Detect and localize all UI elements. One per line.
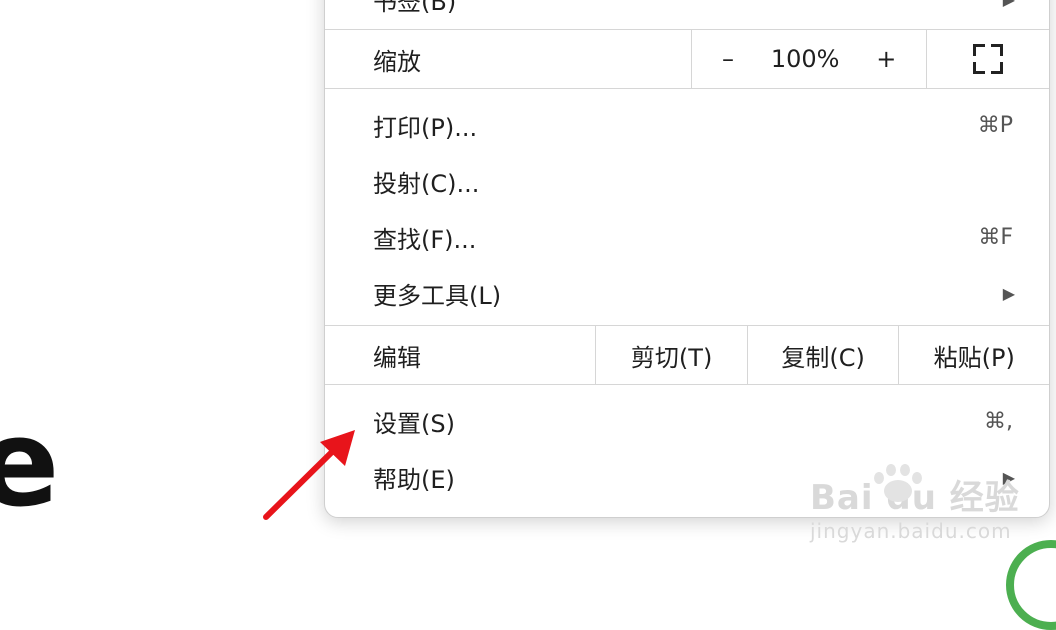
menu-separator [325, 384, 1049, 385]
menu-item-label: 帮助(E) [373, 465, 455, 494]
watermark-url: jingyan.baidu.com [810, 519, 1012, 543]
edit-row: 编辑 剪切(T) 复制(C) 粘贴(P) [325, 326, 1049, 384]
green-corner-decoration [1006, 540, 1056, 630]
menu-item-find[interactable]: 查找(F)... ⌘F [325, 209, 1049, 265]
zoom-label: 缩放 [373, 47, 421, 76]
paw-logo-icon [870, 464, 926, 504]
menu-item-more-tools[interactable]: 更多工具(L) ▶ [325, 265, 1049, 321]
shortcut-label: ⌘F [978, 224, 1013, 250]
paste-button[interactable]: 粘贴(P) [898, 326, 1049, 384]
copy-button[interactable]: 复制(C) [746, 326, 899, 384]
baidu-watermark: Bai du 经验 jingyan.baidu.com [810, 464, 1020, 543]
submenu-arrow-icon: ▶ [1002, 283, 1015, 303]
menu-item-label: 设置(S) [373, 409, 455, 438]
zoom-in-button[interactable]: + [876, 45, 896, 73]
zoom-level: 100% [770, 45, 840, 73]
shortcut-label: ⌘, [984, 408, 1013, 434]
zoom-controls: – 100% + [690, 30, 926, 88]
menu-item-print[interactable]: 打印(P)... ⌘P [325, 97, 1049, 153]
menu-item-label: 更多工具(L) [373, 281, 502, 310]
browser-main-menu: 书签(B) ▶ 缩放 – 100% + 打印(P)... ⌘P 投射(C)...… [324, 0, 1050, 518]
menu-item-label: 投射(C)... [373, 169, 480, 198]
edit-label: 编辑 [373, 343, 421, 372]
menu-item-label: 书签(B) [373, 0, 457, 16]
submenu-arrow-icon: ▶ [1003, 0, 1015, 9]
shortcut-label: ⌘P [977, 112, 1013, 138]
fullscreen-button[interactable] [926, 30, 1049, 88]
zoom-row: 缩放 – 100% + [325, 30, 1049, 88]
menu-separator [325, 88, 1049, 89]
menu-item-label: 打印(P)... [373, 113, 478, 142]
menu-item-cast[interactable]: 投射(C)... [325, 153, 1049, 209]
menu-item-settings[interactable]: 设置(S) ⌘, [325, 393, 1049, 449]
menu-item-bookmarks[interactable]: 书签(B) ▶ [325, 0, 1049, 27]
cut-button[interactable]: 剪切(T) [595, 326, 747, 384]
fullscreen-icon [973, 44, 1004, 74]
menu-item-label: 查找(F)... [373, 225, 477, 254]
background-partial-text: e [0, 395, 60, 534]
zoom-out-button[interactable]: – [722, 45, 734, 73]
